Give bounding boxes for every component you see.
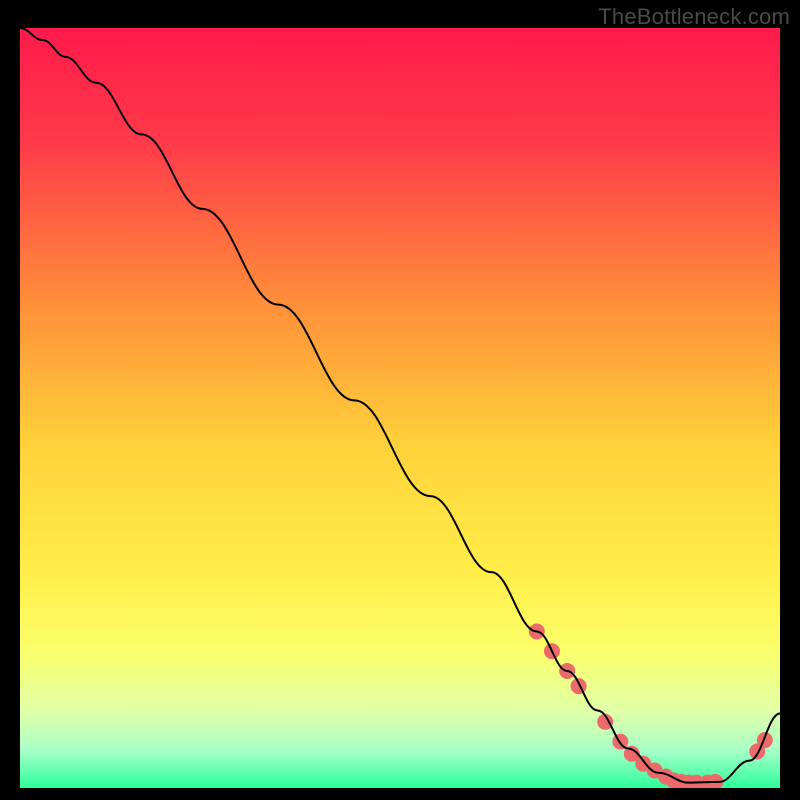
- marker-dot: [571, 678, 587, 694]
- plot-area: [20, 28, 780, 788]
- gradient-background: [20, 28, 780, 788]
- chart-svg: [20, 28, 780, 788]
- watermark-text: TheBottleneck.com: [598, 4, 790, 30]
- chart-frame: TheBottleneck.com: [0, 0, 800, 800]
